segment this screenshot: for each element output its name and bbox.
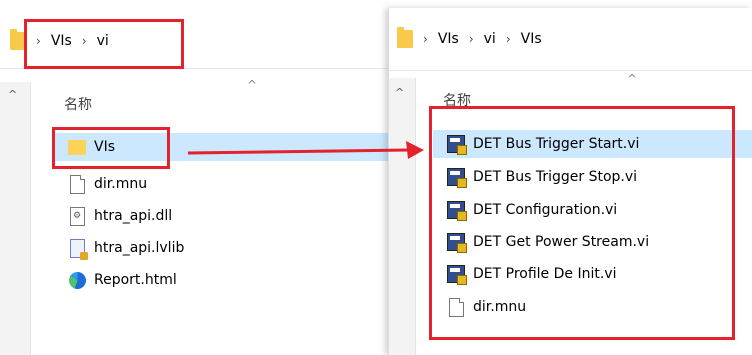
name-column-header[interactable]: 名称 [64, 94, 92, 114]
dll-file-icon: ⚙ [68, 206, 86, 226]
labview-library-icon [68, 238, 88, 260]
list-item-dir-mnu[interactable]: dir.mnu [68, 170, 147, 198]
annotation-box-vi-list [429, 106, 735, 340]
list-item-report-html[interactable]: Report.html [68, 266, 177, 294]
item-label: htra_api.dll [94, 208, 173, 224]
breadcrumb-vi[interactable]: vi [484, 31, 496, 47]
item-label: Report.html [94, 272, 177, 288]
right-navigation-pane[interactable] [389, 78, 416, 355]
chevron-right-icon: › [505, 32, 511, 46]
right-address-bar[interactable]: › VIs › vi › VIs [389, 8, 752, 71]
list-item-htra-api-lvlib[interactable]: htra_api.lvlib [68, 234, 184, 262]
breadcrumb-vis-current[interactable]: VIs [521, 31, 542, 47]
red-arrow-icon [187, 141, 424, 159]
annotation-box-breadcrumb [24, 19, 184, 69]
left-navigation-pane[interactable] [0, 82, 31, 355]
edge-browser-icon [68, 270, 86, 290]
breadcrumb-vis[interactable]: VIs [438, 31, 459, 47]
item-label: htra_api.lvlib [94, 240, 185, 256]
chevron-right-icon: › [423, 32, 428, 46]
file-icon [68, 174, 86, 194]
sort-ascending-icon: ^ [627, 72, 638, 86]
nav-scroll-up-icon[interactable]: ^ [8, 88, 17, 101]
list-item-htra-api-dll[interactable]: ⚙ htra_api.dll [68, 202, 172, 230]
right-breadcrumb: › VIs › vi › VIs [397, 27, 542, 48]
item-label: dir.mnu [94, 176, 148, 192]
folder-icon [397, 27, 413, 48]
chevron-right-icon: › [468, 32, 474, 46]
annotation-box-vis-folder [52, 127, 170, 169]
sort-ascending-icon: ^ [247, 78, 258, 92]
nav-scroll-up-icon[interactable]: ^ [395, 86, 404, 99]
